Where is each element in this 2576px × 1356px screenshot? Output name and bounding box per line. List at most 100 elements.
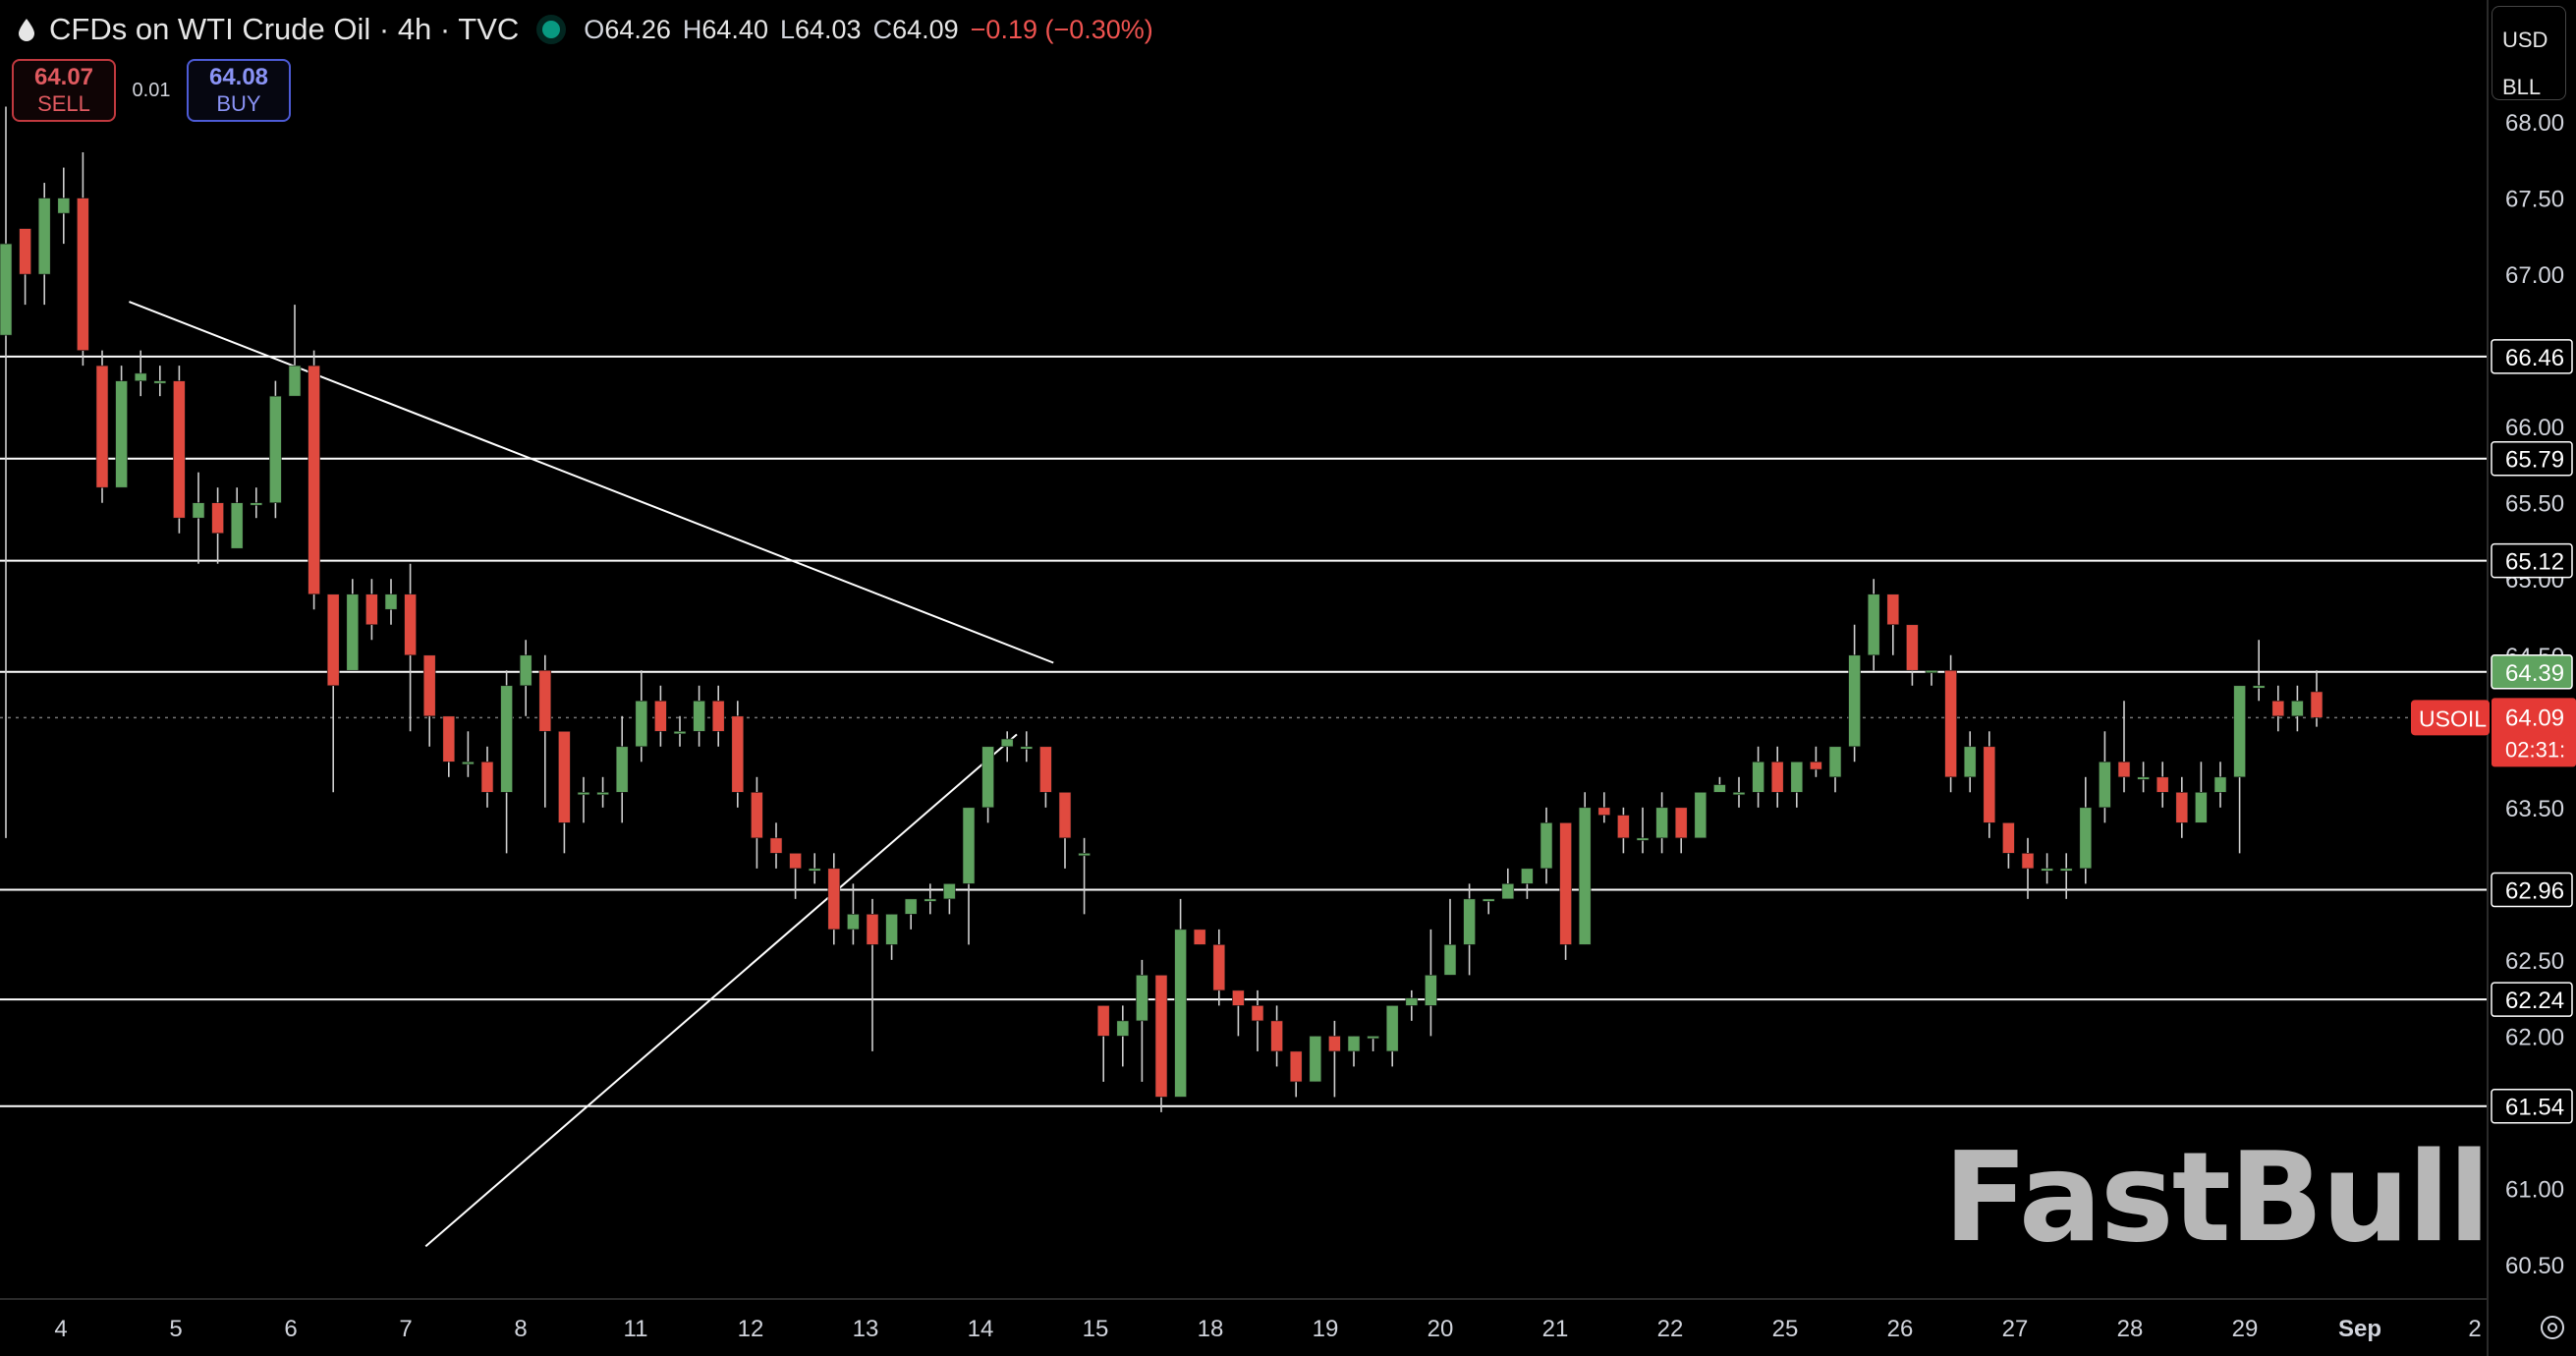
x-tick-label-20: Sep xyxy=(2338,1316,2381,1342)
candle-30 xyxy=(577,776,590,823)
candle-77 xyxy=(1482,898,1495,915)
candle-72 xyxy=(1385,1005,1399,1067)
candle-24 xyxy=(462,731,475,777)
candle-80 xyxy=(1540,807,1553,884)
x-tick-label-6: 12 xyxy=(738,1316,764,1342)
ohlc-values: O64.26 H64.40 L64.03 C64.09 −0.19 (−0.30… xyxy=(584,14,1153,44)
svg-text:65.12: 65.12 xyxy=(2505,549,2564,576)
candle-76 xyxy=(1463,883,1476,976)
candle-114 xyxy=(2195,762,2208,823)
candle-104 xyxy=(2002,822,2015,869)
candle-19 xyxy=(365,579,378,641)
candle-92 xyxy=(1770,746,1784,808)
candle-87 xyxy=(1674,807,1688,854)
candle-98 xyxy=(1886,593,1900,655)
candle-55 xyxy=(1058,792,1072,869)
candle-22 xyxy=(422,654,436,747)
x-tick-label-17: 27 xyxy=(2002,1316,2029,1342)
x-tick-label-16: 26 xyxy=(1887,1316,1914,1342)
candle-93 xyxy=(1790,761,1804,808)
svg-text:64.39: 64.39 xyxy=(2505,660,2564,687)
candle-20 xyxy=(384,579,398,625)
x-tick-label-13: 21 xyxy=(1542,1316,1569,1342)
candle-60 xyxy=(1154,975,1168,1112)
candle-79 xyxy=(1521,868,1534,899)
candle-14 xyxy=(269,380,282,519)
candle-34 xyxy=(654,685,667,747)
candle-101 xyxy=(1944,654,1957,793)
currency-unit-button[interactable]: USD BLL xyxy=(2492,6,2566,100)
candle-31 xyxy=(596,776,609,808)
watermark-logo: FastBull xyxy=(1943,1125,2491,1270)
candle-108 xyxy=(2079,776,2093,884)
buy-button[interactable]: 64.08 BUY xyxy=(187,59,291,122)
market-status-icon xyxy=(542,21,561,38)
candle-2 xyxy=(37,183,51,306)
candle-68 xyxy=(1309,1036,1322,1083)
candle-106 xyxy=(2041,853,2053,884)
candle-61 xyxy=(1174,898,1187,1098)
candle-5 xyxy=(95,350,109,503)
y-tick-label-8: 62.50 xyxy=(2505,948,2564,975)
candle-29 xyxy=(558,730,571,854)
candle-3 xyxy=(57,167,71,245)
level-price-tag-4: 62.96 xyxy=(2491,872,2573,908)
candle-57 xyxy=(1096,1005,1110,1082)
candle-89 xyxy=(1713,776,1726,793)
candle-78 xyxy=(1501,868,1515,900)
candle-119 xyxy=(2291,685,2304,732)
x-tick-label-0: 4 xyxy=(54,1316,67,1342)
level-price-tag-2: 65.12 xyxy=(2491,542,2573,579)
candle-16 xyxy=(308,350,320,610)
candle-86 xyxy=(1655,792,1668,854)
candle-97 xyxy=(1867,579,1880,671)
svg-text:62.24: 62.24 xyxy=(2505,988,2564,1014)
candle-107 xyxy=(2059,853,2073,899)
candle-50 xyxy=(962,807,976,945)
symbol-title[interactable]: CFDs on WTI Crude Oil · 4h · TVC xyxy=(49,12,519,47)
candle-75 xyxy=(1443,898,1457,976)
candle-118 xyxy=(2271,685,2285,732)
candle-42 xyxy=(808,853,821,884)
x-tick-label-12: 20 xyxy=(1428,1316,1454,1342)
candle-49 xyxy=(943,883,956,915)
candle-56 xyxy=(1078,837,1091,915)
level-price-tag-0: 66.46 xyxy=(2491,339,2573,374)
candle-113 xyxy=(2175,776,2189,838)
candle-48 xyxy=(924,883,937,915)
candle-94 xyxy=(1810,746,1822,777)
trendline-1[interactable] xyxy=(424,733,1018,1248)
candle-10 xyxy=(192,472,205,564)
time-axis[interactable]: 4 5 6 7 8 11 12 13 14 15 18 19 20 21 22 25 26 27 28 29 Sep 2 xyxy=(0,1298,2564,1342)
candle-9 xyxy=(173,366,186,534)
candle-47 xyxy=(904,898,918,930)
candle-52 xyxy=(1000,731,1014,763)
candle-69 xyxy=(1328,1020,1341,1098)
candle-58 xyxy=(1116,1005,1130,1067)
candle-41 xyxy=(789,853,802,899)
last-price-label: 64.09 xyxy=(2505,705,2564,731)
candle-8 xyxy=(153,366,167,397)
candle-6 xyxy=(115,366,128,488)
candle-70 xyxy=(1347,1036,1361,1067)
price-change: −0.19 (−0.30%) xyxy=(970,14,1153,44)
candle-46 xyxy=(885,914,898,960)
candle-44 xyxy=(847,883,860,945)
candle-102 xyxy=(1963,731,1977,793)
sell-label: SELL xyxy=(37,91,90,116)
spread-value: 0.01 xyxy=(132,79,171,101)
level-price-tag-6: 61.54 xyxy=(2491,1088,2573,1124)
candle-85 xyxy=(1636,807,1650,854)
unit-label: BLL xyxy=(2502,75,2542,99)
candle-84 xyxy=(1617,807,1630,854)
sell-price: 64.07 xyxy=(33,64,94,90)
candle-0 xyxy=(0,106,13,838)
candle-74 xyxy=(1425,929,1437,1037)
trendlines xyxy=(129,301,1054,1248)
price-chart[interactable]: FastBull 68.0067.5067.0066.0065.5065.006… xyxy=(0,0,2576,1356)
candle-110 xyxy=(2117,701,2131,793)
x-tick-label-21: 2 xyxy=(2468,1316,2481,1342)
y-tick-label-0: 68.00 xyxy=(2505,110,2564,137)
symbol-price-tag[interactable]: USOIL 64.09 02:31: xyxy=(2411,698,2576,767)
sell-button[interactable]: 64.07 SELL xyxy=(12,59,116,122)
